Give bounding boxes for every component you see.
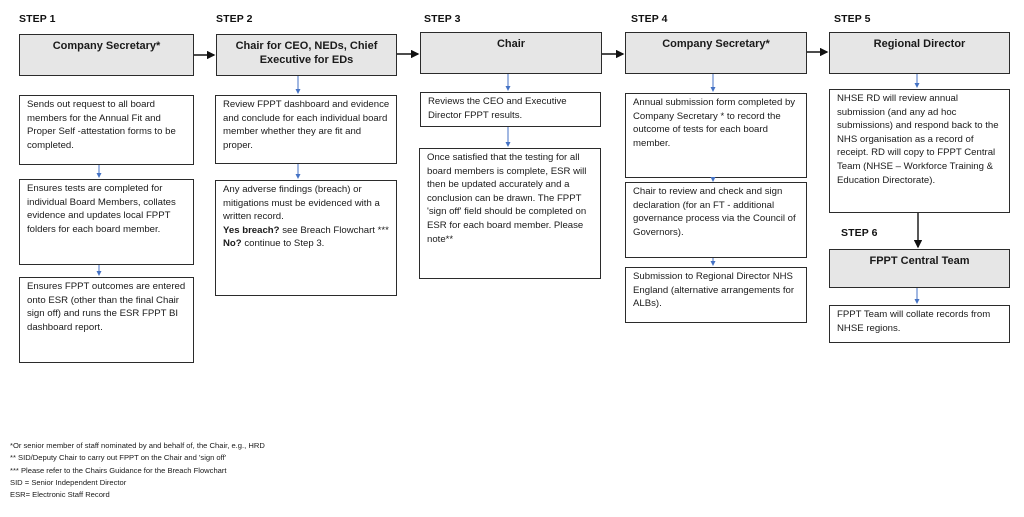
step-4-header: Company Secretary* bbox=[625, 32, 807, 74]
step-4-box-1: Annual submission form completed by Comp… bbox=[625, 93, 807, 178]
step-2-box-1: Review FPPT dashboard and evidence and c… bbox=[215, 95, 397, 164]
step-1-label: STEP 1 bbox=[19, 13, 56, 25]
footnote-1: *Or senior member of staff nominated by … bbox=[10, 441, 265, 450]
step-1-box-2: Ensures tests are completed for individu… bbox=[19, 179, 194, 265]
step-3-label: STEP 3 bbox=[424, 13, 461, 25]
footnote-2: ** SID/Deputy Chair to carry out FPPT on… bbox=[10, 453, 227, 463]
step-4-label: STEP 4 bbox=[631, 13, 668, 25]
footnotes: *Or senior member of staff nominated by … bbox=[10, 440, 265, 501]
breach-yes-label: Yes breach? bbox=[223, 224, 280, 236]
step-5-box-1: NHSE RD will review annual submission (a… bbox=[829, 89, 1010, 213]
breach-no-label: No? bbox=[223, 238, 242, 250]
step-6-header: FPPT Central Team bbox=[829, 249, 1010, 288]
footnote-3: *** Please refer to the Chairs Guidance … bbox=[10, 465, 227, 475]
step-2-header: Chair for CEO, NEDs, Chief Executive for… bbox=[216, 34, 397, 76]
breach-no-text: continue to Step 3. bbox=[241, 238, 325, 250]
footnote-5: ESR= Electronic Staff Record bbox=[10, 490, 110, 500]
footnote-4: SID = Senior Independent Director bbox=[10, 477, 127, 487]
step-1-header: Company Secretary* bbox=[19, 34, 194, 76]
step-3-header: Chair bbox=[420, 32, 602, 74]
step-3-box-1: Reviews the CEO and Executive Director F… bbox=[420, 92, 601, 127]
step-6-box-1: FPPT Team will collate records from NHSE… bbox=[829, 305, 1010, 343]
step-6-label: STEP 6 bbox=[841, 227, 878, 239]
step-2-breach-box: Any adverse findings (breach) or mitigat… bbox=[215, 180, 397, 296]
step-5-label: STEP 5 bbox=[834, 13, 871, 25]
step-1-box-3: Ensures FPPT outcomes are entered onto E… bbox=[19, 277, 194, 363]
step-1-box-1: Sends out request to all board members f… bbox=[19, 95, 194, 165]
step-4-box-2: Chair to review and check and sign decla… bbox=[625, 182, 807, 258]
step-2-label: STEP 2 bbox=[216, 13, 253, 25]
breach-yes-text: see Breach Flowchart *** bbox=[279, 224, 389, 236]
step-3-box-2: Once satisfied that the testing for all … bbox=[419, 148, 601, 279]
step-4-box-3: Submission to Regional Director NHS Engl… bbox=[625, 267, 807, 323]
breach-intro: Any adverse findings (breach) or mitigat… bbox=[223, 184, 380, 223]
step-5-header: Regional Director bbox=[829, 32, 1010, 74]
